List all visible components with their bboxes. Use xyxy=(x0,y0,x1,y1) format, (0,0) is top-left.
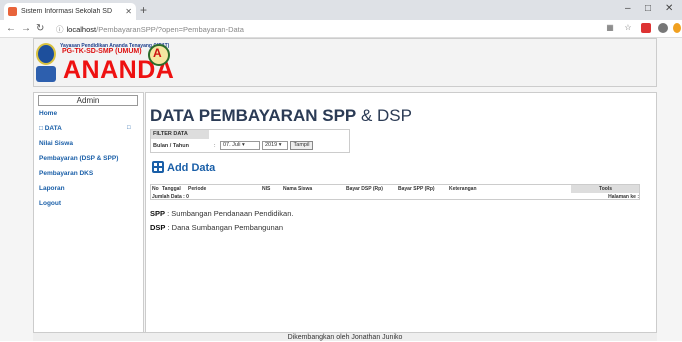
sidebar-heading: Admin xyxy=(38,95,138,106)
add-data-label: Add Data xyxy=(167,162,216,174)
column-header: NIS xyxy=(262,186,271,192)
legend-desc: : Sumbangan Pendanaan Pendidikan. xyxy=(165,209,294,218)
legend-dsp: DSP : Dana Sumbangan Pembangunan xyxy=(150,223,283,232)
info-icon[interactable]: ⓘ xyxy=(56,25,64,34)
column-header: No xyxy=(152,186,159,192)
page-body: Yayasan Pendidikan Ananda Tenayang (YPAT… xyxy=(0,38,682,341)
column-header: Tools xyxy=(571,185,639,193)
minimize-icon[interactable]: – xyxy=(625,2,631,16)
year-select[interactable]: 2019 ▾ xyxy=(262,141,288,150)
page-footer: Dikembangkan oleh Jonathan Juniko xyxy=(33,332,657,341)
page-title-bold: DATA PEMBAYARAN SPP xyxy=(150,106,357,125)
payment-table: No Tanggal Periode NIS Nama Siswa Bayar … xyxy=(150,184,640,200)
filter-label: Bulan / Tahun xyxy=(153,143,189,149)
logo-levels-text: PG-TK-SD-SMP (UMUM) xyxy=(62,48,142,55)
url-path: /PembayaranSPP/?open=Pembayaran-Data xyxy=(96,25,244,34)
accreditation-letter-icon: A xyxy=(153,46,162,60)
url-host: localhost xyxy=(66,25,97,34)
page-indicator: Halaman ke : xyxy=(608,194,639,200)
extension-icon[interactable] xyxy=(641,23,651,33)
translate-icon[interactable]: ▦ xyxy=(605,23,615,33)
profile-avatar-icon[interactable] xyxy=(658,23,668,33)
browser-tab-strip: Sistem Informasi Sekolah SD ✕ + – □ ✕ xyxy=(0,0,682,20)
update-indicator-icon[interactable] xyxy=(673,23,681,33)
maximize-icon[interactable]: □ xyxy=(645,2,651,16)
sidebar-item-pembayaran-dsp-spp[interactable]: Pembayaran (DSP & SPP) xyxy=(39,155,118,162)
page-title: DATA PEMBAYARAN SPP & DSP xyxy=(150,106,412,126)
legend-spp: SPP : Sumbangan Pendanaan Pendidikan. xyxy=(150,209,293,218)
add-data-button[interactable]: Add Data xyxy=(152,161,215,175)
filter-colon: : xyxy=(214,143,216,149)
column-header: Bayar SPP (Rp) xyxy=(398,186,435,192)
site-favicon-icon xyxy=(8,7,17,16)
sidebar-item-logout[interactable]: Logout xyxy=(39,200,61,207)
sidebar: Admin Home □ DATA □ Nilai Siswa Pembayar… xyxy=(33,92,144,341)
column-header: Tanggal xyxy=(162,186,181,192)
url-field[interactable]: ⓘ localhost/PembayaranSPP/?open=Pembayara… xyxy=(56,23,596,36)
column-header: Keterangan xyxy=(449,186,477,192)
school-emblem-icon xyxy=(36,43,56,65)
sidebar-item-pembayaran-dks[interactable]: Pembayaran DKS xyxy=(39,170,93,177)
tab-title: Sistem Informasi Sekolah SD xyxy=(21,8,113,15)
school-sub-emblem-icon xyxy=(36,66,56,82)
site-header: Yayasan Pendidikan Ananda Tenayang (YPAT… xyxy=(33,38,657,87)
new-tab-icon[interactable]: + xyxy=(140,3,147,17)
forward-icon[interactable]: → xyxy=(21,22,31,36)
sidebar-item-data[interactable]: □ DATA xyxy=(39,125,62,132)
school-logo: Yayasan Pendidikan Ananda Tenayang (YPAT… xyxy=(36,42,186,86)
close-window-icon[interactable]: ✕ xyxy=(665,2,673,16)
row-count: Jumlah Data : 0 xyxy=(152,194,189,200)
legend-key: SPP xyxy=(150,209,166,218)
column-header: Bayar DSP (Rp) xyxy=(346,186,383,192)
browser-tab[interactable]: Sistem Informasi Sekolah SD ✕ xyxy=(4,3,136,20)
sidebar-item-nilai-siswa[interactable]: Nilai Siswa xyxy=(39,140,73,147)
month-select-value: 07. Juli xyxy=(223,142,241,148)
filter-heading: FILTER DATA xyxy=(151,130,209,139)
address-bar: ← → ↻ ⓘ localhost/PembayaranSPP/?open=Pem… xyxy=(0,20,682,38)
sidebar-item-data-label: DATA xyxy=(44,125,62,132)
back-icon[interactable]: ← xyxy=(6,22,16,36)
legend-desc: : Dana Sumbangan Pembangunan xyxy=(165,223,284,232)
filter-panel: FILTER DATA Bulan / Tahun : 07. Juli ▾ 2… xyxy=(150,129,350,153)
page-title-light: & DSP xyxy=(356,106,412,125)
tampil-button[interactable]: Tampil xyxy=(290,141,313,150)
month-select[interactable]: 07. Juli ▾ xyxy=(220,141,260,150)
reload-icon[interactable]: ↻ xyxy=(36,22,44,36)
sidebar-item-laporan[interactable]: Laporan xyxy=(39,185,65,192)
submenu-caret-icon[interactable]: □ xyxy=(127,125,131,131)
year-select-value: 2019 xyxy=(265,142,278,148)
add-icon xyxy=(152,161,164,173)
column-header: Nama Siswa xyxy=(283,186,313,192)
bookmark-star-icon[interactable]: ☆ xyxy=(623,23,633,33)
close-tab-icon[interactable]: ✕ xyxy=(125,7,132,16)
column-header: Periode xyxy=(188,186,207,192)
sidebar-item-home[interactable]: Home xyxy=(39,110,57,117)
legend-key: DSP xyxy=(150,223,166,232)
main-content: DATA PEMBAYARAN SPP & DSP FILTER DATA Bu… xyxy=(145,92,657,341)
